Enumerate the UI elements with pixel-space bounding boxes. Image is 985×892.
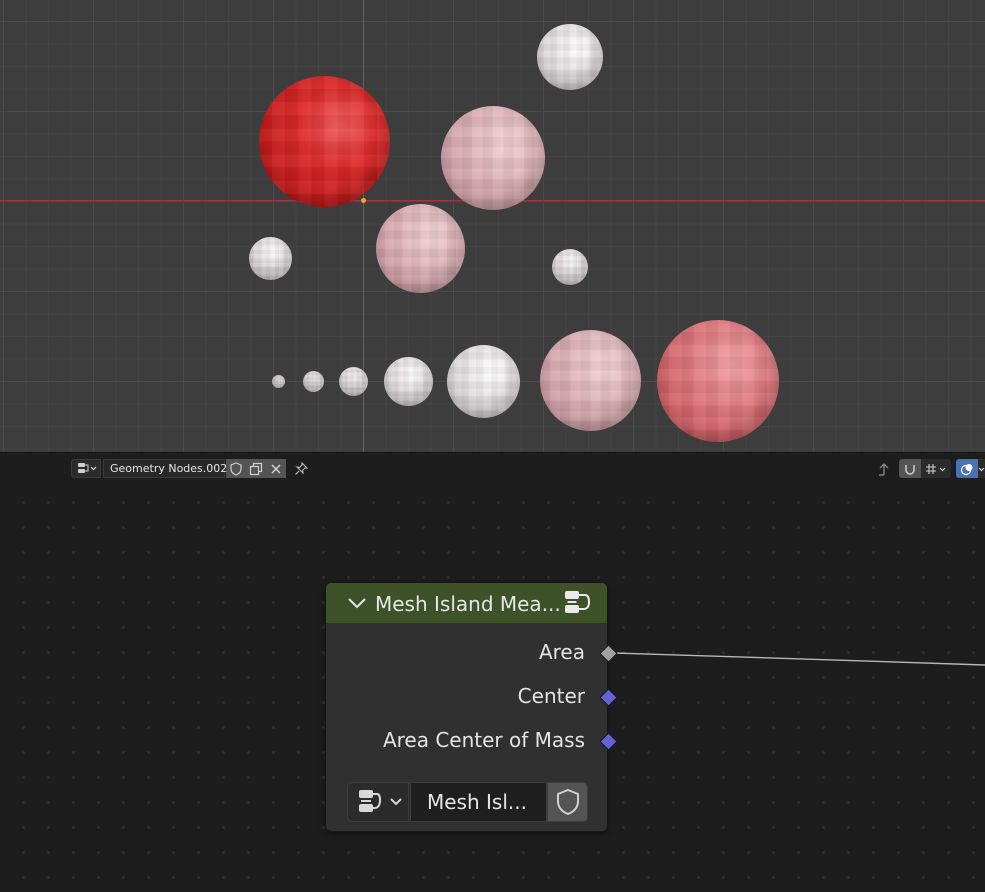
node-group-selector: Mesh Isl... — [347, 782, 588, 822]
node-group-browse-dropdown[interactable] — [347, 782, 409, 822]
node-tree-icon — [359, 790, 402, 812]
output-area-label: Area — [538, 640, 585, 664]
fake-user-button[interactable] — [547, 782, 588, 822]
output-center: Center — [518, 684, 585, 708]
node-group-name-field[interactable]: Mesh Isl... — [410, 782, 547, 822]
shield-icon — [556, 788, 579, 816]
output-area-center-of-mass-label: Area Center of Mass — [382, 728, 585, 752]
node-header[interactable]: Mesh Island Mea... — [326, 583, 607, 623]
output-area-center-of-mass: Area Center of Mass — [383, 728, 585, 752]
output-center-label: Center — [517, 684, 585, 708]
mesh-island-measure-node[interactable]: Mesh Island Mea... Area Center Area Cent… — [325, 582, 618, 832]
node-title: Mesh Island Mea... — [375, 592, 561, 616]
output-area: Area — [539, 640, 585, 664]
node-group-icon — [565, 591, 591, 613]
collapse-chevron-icon[interactable] — [347, 595, 367, 611]
